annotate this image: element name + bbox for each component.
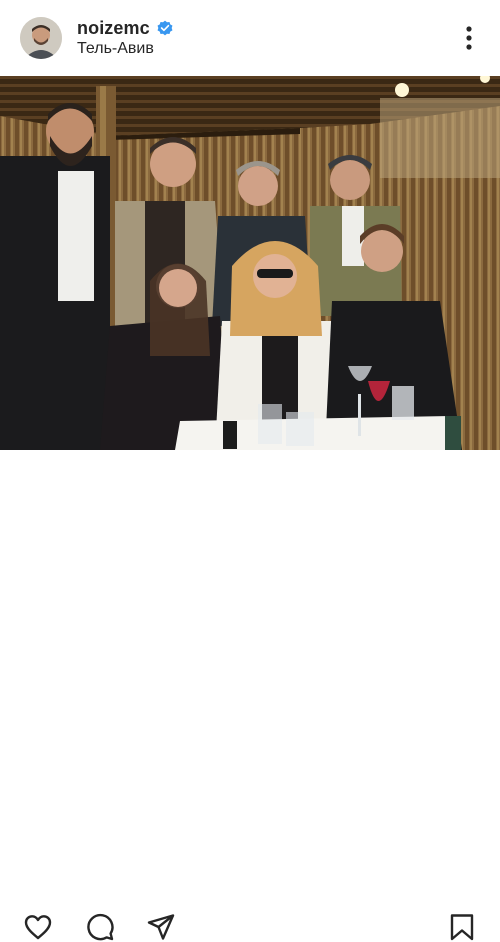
post-header: noizemc Тель-Авив	[0, 0, 500, 76]
username-row: noizemc	[77, 17, 174, 39]
more-options-icon	[466, 26, 472, 50]
username[interactable]: noizemc	[77, 18, 150, 39]
group-photo-image	[0, 76, 500, 450]
bookmark-icon[interactable]	[447, 912, 477, 942]
location-link[interactable]: Тель-Авив	[77, 40, 154, 58]
comment-icon[interactable]	[85, 912, 115, 942]
share-icon[interactable]	[146, 912, 176, 942]
avatar[interactable]	[20, 17, 62, 59]
more-options-button[interactable]	[454, 23, 484, 53]
heart-icon[interactable]	[23, 912, 53, 942]
post-actions-bar	[0, 450, 500, 941]
post-photo[interactable]	[0, 76, 500, 450]
verified-badge-icon	[157, 20, 173, 36]
avatar-image	[20, 17, 62, 59]
